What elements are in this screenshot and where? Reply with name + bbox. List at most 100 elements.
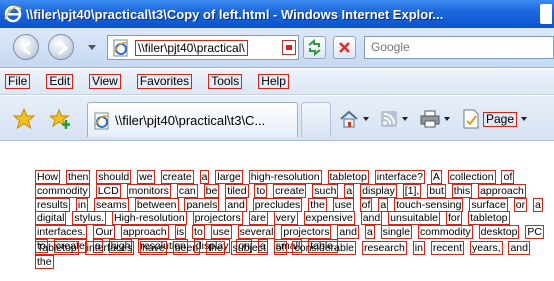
refresh-icon — [308, 38, 321, 57]
word: between — [134, 197, 179, 212]
word: unsuitable — [388, 211, 441, 226]
page-menu-button[interactable]: Page — [462, 108, 528, 130]
word: large — [215, 170, 243, 184]
word: tiled — [225, 183, 249, 198]
word: [1], — [402, 183, 422, 198]
word: create — [160, 170, 194, 184]
word: approach — [120, 225, 169, 240]
word: and — [225, 197, 247, 212]
word: are — [248, 211, 268, 226]
print-dropdown-icon[interactable] — [444, 117, 450, 121]
home-button[interactable] — [339, 108, 369, 130]
page-menu-label: Page — [483, 111, 518, 127]
feeds-dropdown-icon[interactable] — [402, 117, 408, 121]
address-field[interactable]: \\filer\pjt40\practical\ — [107, 35, 299, 60]
address-url[interactable]: \\filer\pjt40\practical\ — [135, 40, 248, 56]
menu-edit[interactable]: Edit — [46, 74, 74, 89]
word: High-resolution — [112, 211, 187, 226]
title-bar: \\filer\pjt40\practical\t3\Copy of left.… — [0, 0, 554, 28]
word: approach — [478, 183, 526, 198]
search-input[interactable] — [365, 37, 545, 57]
word: commodity — [417, 225, 473, 240]
word: and — [508, 241, 530, 255]
word: then — [65, 170, 91, 184]
recent-pages-dropdown-icon[interactable] — [88, 43, 96, 51]
word: How — [35, 170, 61, 184]
word: and — [337, 225, 359, 240]
word: be — [203, 183, 220, 198]
word: A — [430, 170, 442, 184]
word: of — [359, 197, 373, 212]
menu-view[interactable]: View — [89, 74, 121, 89]
word: research — [361, 241, 407, 255]
forward-button[interactable] — [48, 34, 74, 60]
page-menu-dropdown-icon[interactable] — [521, 117, 528, 121]
word: use — [332, 197, 354, 212]
word: several — [237, 225, 276, 240]
word: results — [35, 197, 70, 212]
feeds-button[interactable] — [380, 108, 408, 130]
word: Tabletop — [35, 241, 79, 255]
word: is — [174, 225, 187, 240]
word: very — [273, 211, 298, 226]
paragraph-2: Tabletop interfaces have been the subjec… — [35, 241, 554, 270]
new-tab-button[interactable] — [301, 102, 331, 137]
minimize-button[interactable] — [540, 4, 552, 24]
word: we — [137, 170, 155, 184]
word: for — [445, 211, 463, 226]
word: touch-sensing — [394, 197, 464, 212]
address-toolbar: \\filer\pjt40\practical\ — [0, 28, 554, 68]
address-dropdown-button[interactable] — [282, 40, 296, 55]
stop-icon — [339, 42, 350, 53]
home-icon — [340, 110, 358, 128]
menu-tools[interactable]: Tools — [208, 74, 243, 89]
favorites-star-icon[interactable] — [13, 108, 35, 130]
search-box[interactable] — [364, 36, 554, 59]
word: digital — [35, 211, 67, 226]
word: a — [344, 183, 355, 198]
word: the — [206, 241, 225, 255]
word: years, — [469, 241, 503, 255]
word: a — [364, 225, 375, 240]
word: interfaces — [84, 241, 135, 255]
print-icon — [420, 110, 440, 128]
word: precludes — [252, 197, 303, 212]
tab-current-page[interactable]: \\filer\pjt40\practical\t3\C... — [87, 102, 298, 137]
window-title: \\filer\pjt40\practical\t3\Copy of left.… — [26, 6, 444, 22]
word: or — [513, 197, 528, 212]
feeds-icon — [381, 111, 397, 127]
word: recent — [430, 241, 465, 255]
word: interfaces. — [35, 225, 88, 240]
word: single — [380, 225, 413, 240]
word: been — [172, 241, 201, 255]
word: monitors — [126, 183, 171, 198]
menu-help[interactable]: Help — [258, 74, 289, 89]
word: in — [75, 197, 89, 212]
refresh-button[interactable] — [303, 36, 326, 59]
word: projectors — [192, 211, 243, 226]
stop-button[interactable] — [333, 36, 356, 59]
menu-favorites[interactable]: Favorites — [136, 74, 193, 89]
word: high-resolution — [248, 170, 322, 184]
word: Our — [93, 225, 115, 240]
word: have — [140, 241, 167, 255]
word: stylus. — [72, 211, 107, 226]
word: display — [360, 183, 397, 198]
word: projectors — [281, 225, 332, 240]
word: surface — [469, 197, 508, 212]
word: a — [533, 197, 543, 212]
back-button[interactable] — [13, 34, 39, 60]
word: a — [199, 170, 210, 184]
word: this — [451, 183, 473, 198]
word: considerable — [292, 241, 357, 255]
tab-page-icon — [94, 112, 110, 130]
add-favorite-icon[interactable] — [50, 108, 72, 130]
word: LCD — [95, 183, 121, 198]
tab-label: \\filer\pjt40\practical\t3\C... — [115, 113, 266, 128]
word: create — [273, 183, 307, 198]
print-button[interactable] — [420, 108, 450, 130]
menu-file[interactable]: File — [5, 74, 31, 89]
word: PC — [525, 225, 544, 240]
word: the — [308, 197, 327, 212]
home-dropdown-icon[interactable] — [363, 117, 369, 121]
